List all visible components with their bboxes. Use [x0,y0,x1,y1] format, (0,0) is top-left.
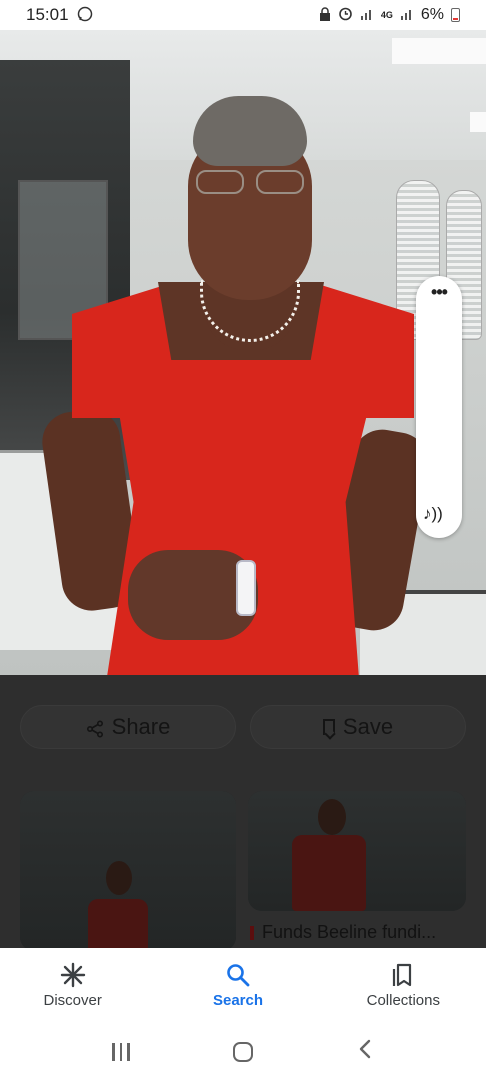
share-icon [86,718,104,738]
related-image-2-head [318,799,346,835]
related-image-2-caption[interactable]: Funds Beeline fundi... [250,922,466,943]
audio-widget[interactable]: ••• ♪)) [416,276,462,538]
music-note-icon[interactable]: ♪)) [423,504,443,524]
share-button[interactable]: Share [20,705,236,749]
signal-icon [360,8,374,23]
battery-percent: 6% [420,6,444,23]
recents-button[interactable] [101,1042,141,1061]
bottom-nav: Discover Search Collections [0,948,486,1023]
system-nav [0,1023,486,1080]
related-image-1[interactable] [20,791,236,951]
share-label: Share [111,714,171,739]
image-watch [236,560,256,616]
bookmark-icon [322,719,335,735]
alarm-icon [338,6,353,24]
signal-icon-2 [400,8,414,23]
status-bar: 15:01 4G 6% [0,0,486,30]
detail-overlay: Share Save Funds Beeline fundi... [0,675,486,951]
nav-collections[interactable]: Collections [321,948,486,1023]
related-caption-text: Funds Beeline fundi... [262,922,437,942]
nav-collections-label: Collections [366,992,440,1009]
image-person [0,30,486,675]
back-button[interactable] [345,1038,385,1066]
whatsapp-icon [77,6,93,25]
related-image-1-person [88,899,148,951]
related-image-1-head [106,861,132,895]
main-image[interactable]: ••• ♪)) [0,30,486,675]
home-button[interactable] [223,1041,263,1062]
back-icon [359,1039,371,1058]
search-icon [225,962,251,988]
collections-icon [390,962,416,988]
save-button[interactable]: Save [250,705,466,749]
image-hair [193,96,307,166]
related-image-2-person [292,835,366,911]
battery-icon [451,8,460,22]
asterisk-icon [60,962,86,988]
related-image-2[interactable] [248,791,466,911]
image-glasses [196,170,304,196]
nav-discover[interactable]: Discover [0,948,155,1023]
save-label: Save [342,714,394,739]
lock-icon [319,6,331,24]
nav-search[interactable]: Search [155,948,320,1023]
more-icon[interactable]: ••• [416,282,462,303]
status-time: 15:01 [26,5,69,24]
nav-discover-label: Discover [43,992,102,1009]
source-favicon-icon [250,925,254,940]
network-type: 4G [380,9,393,20]
nav-search-label: Search [212,992,264,1009]
home-icon [233,1041,253,1062]
